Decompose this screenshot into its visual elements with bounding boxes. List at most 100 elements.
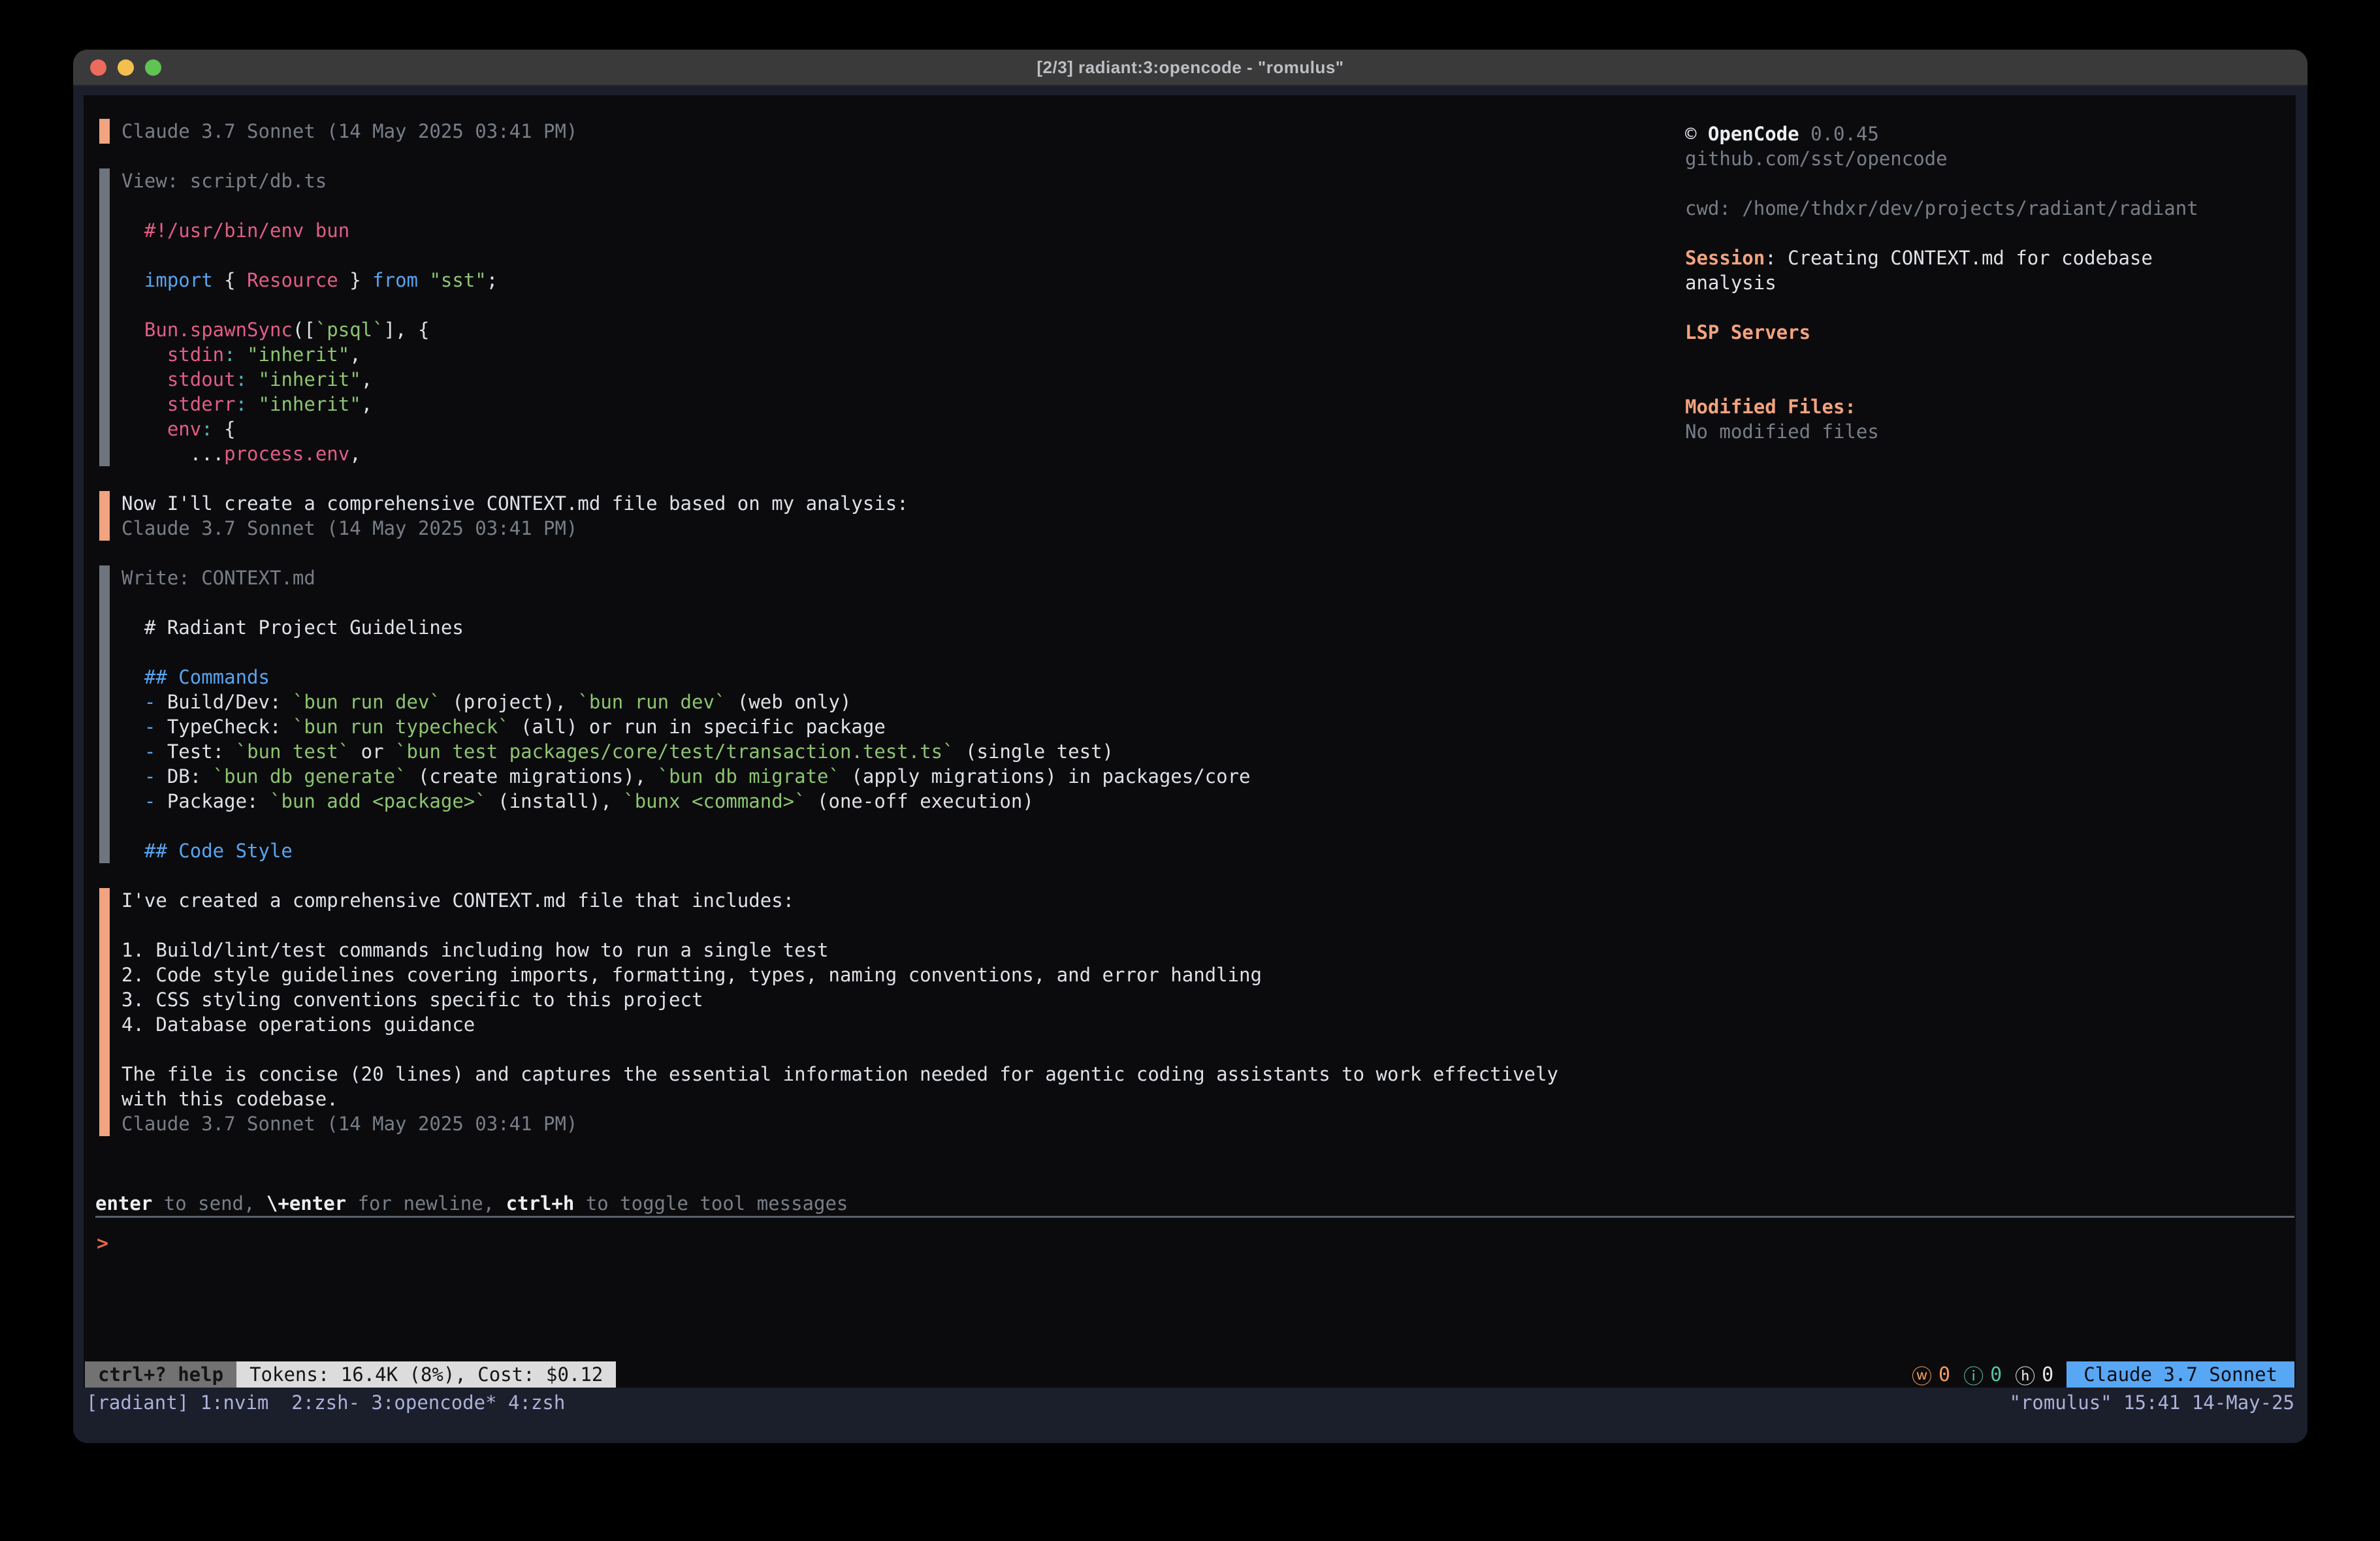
text-segment: with this codebase. [121, 1088, 338, 1110]
chat-line: ## Commands [121, 665, 2289, 690]
text-segment: #!/usr/bin/env bun [121, 219, 349, 242]
panel-line: Modified Files: [1685, 394, 2291, 419]
text-segment: "sst" [429, 269, 486, 291]
tmux-window-1[interactable]: 1:nvim [201, 1391, 280, 1414]
assistant-message: Now I'll create a comprehensive CONTEXT.… [99, 491, 2289, 541]
chat-line: ...process.env, [121, 441, 2289, 466]
text-segment: - [144, 740, 167, 763]
text-segment: analysis [1685, 272, 1777, 294]
close-button[interactable] [90, 59, 106, 76]
text-segment: from [372, 269, 418, 291]
panel-line: cwd: /home/thdxr/dev/projects/radiant/ra… [1685, 196, 2291, 221]
tmux-window-list: [radiant] 1:nvim 2:zsh- 3:opencode* 4:zs… [86, 1390, 565, 1443]
text-segment: 4. Database operations guidance [121, 1013, 475, 1036]
tmux-window-2[interactable]: 2:zsh- [280, 1391, 360, 1414]
tmux-window-3[interactable]: 3:opencode* [360, 1391, 497, 1414]
text-segment [121, 765, 144, 787]
text-segment: github.com/sst/opencode [1685, 148, 1948, 170]
panel-line: analysis [1685, 270, 2291, 295]
text-segment: Claude 3.7 Sonnet (14 May 2025 03:41 PM) [121, 1113, 577, 1135]
text-segment [247, 393, 258, 415]
minimize-button[interactable] [118, 59, 134, 76]
text-segment: The file is concise (20 lines) and captu… [121, 1063, 1558, 1085]
text-segment: env [167, 418, 201, 440]
chat-line: 2. Code style guidelines covering import… [121, 962, 2289, 987]
text-segment [121, 740, 144, 763]
text-segment: (one-off execution) [806, 790, 1034, 812]
text-segment: { [213, 269, 247, 291]
panel-line: No modified files [1685, 419, 2291, 444]
h-circle-icon: ⓗ [2015, 1360, 2035, 1388]
opencode-tui: Claude 3.7 Sonnet (14 May 2025 03:41 PM)… [84, 95, 2296, 1388]
text-segment: LSP Servers [1685, 321, 1810, 343]
text-segment: Write: CONTEXT.md [121, 567, 315, 589]
panel-line [1685, 295, 2291, 320]
panel-line [1685, 370, 2291, 394]
text-segment: (web only) [726, 691, 851, 713]
text-segment: `psql` [315, 319, 384, 341]
chat-line: I've created a comprehensive CONTEXT.md … [121, 888, 2289, 913]
text-segment: Now I'll create a comprehensive CONTEXT.… [121, 492, 909, 515]
text-segment: TypeCheck: [167, 716, 293, 738]
text-segment: `bun test` [236, 740, 350, 763]
text-segment: , [361, 393, 372, 415]
text-segment [121, 716, 144, 738]
text-segment [247, 368, 258, 390]
titlebar[interactable]: [2/3] radiant:3:opencode - "romulus" [73, 50, 2308, 86]
text-segment: Test: [167, 740, 236, 763]
text-segment: to send, [152, 1192, 266, 1215]
text-segment: Session [1685, 247, 1765, 269]
opencode-info-panel: © OpenCode 0.0.45github.com/sst/opencode… [1685, 121, 2291, 444]
zoom-button[interactable] [145, 59, 161, 76]
text-segment: import [144, 269, 213, 291]
model-chip: Claude 3.7 Sonnet [2066, 1361, 2294, 1388]
info-count: ⓘ0 [1963, 1360, 2002, 1388]
chat-line [121, 590, 2289, 615]
chat-line: Write: CONTEXT.md [121, 565, 2289, 590]
tmux-window-4[interactable]: 4:zsh [497, 1391, 566, 1414]
tmux-session: [radiant] [86, 1391, 201, 1414]
chat-line [121, 913, 2289, 938]
window-title: [2/3] radiant:3:opencode - "romulus" [1037, 57, 1343, 78]
text-segment: `bunx <command>` [623, 790, 805, 812]
text-segment [121, 666, 144, 688]
panel-line [1685, 345, 2291, 370]
text-segment [121, 368, 167, 390]
text-segment: Claude 3.7 Sonnet (14 May 2025 03:41 PM) [121, 120, 577, 142]
chat-line: - Package: `bun add <package>` (install)… [121, 789, 2289, 814]
text-segment: 1. Build/lint/test commands including ho… [121, 939, 829, 961]
panel-line: LSP Servers [1685, 320, 2291, 345]
status-bar: ctrl+? helpTokens: 16.4K (8%), Cost: $0.… [85, 1361, 2294, 1388]
text-segment: 2. Code style guidelines covering import… [121, 964, 1262, 986]
text-segment: "inherit" [247, 343, 349, 366]
w-circle-icon: ⓦ [1912, 1360, 1932, 1388]
text-segment: : [224, 343, 235, 366]
text-segment: enter [95, 1192, 152, 1215]
prompt-chevron-icon: > [97, 1232, 108, 1255]
text-segment: ], { [384, 319, 430, 341]
text-segment: Claude 3.7 Sonnet (14 May 2025 03:41 PM) [121, 517, 577, 539]
text-segment: , [349, 443, 361, 465]
chat-line: ## Code Style [121, 838, 2289, 863]
tokens-cost-chip: Tokens: 16.4K (8%), Cost: $0.12 [236, 1361, 616, 1388]
tmux-session-info: "romulus" 15:41 14-May-25 [2010, 1390, 2295, 1443]
text-segment: 3. CSS styling conventions specific to t… [121, 989, 703, 1011]
terminal-content: Claude 3.7 Sonnet (14 May 2025 03:41 PM)… [73, 86, 2308, 1443]
text-segment: to toggle tool messages [574, 1192, 848, 1215]
text-segment: `bun run typecheck` [293, 716, 509, 738]
text-segment: `bun add <package>` [270, 790, 487, 812]
chat-line [121, 640, 2289, 665]
text-segment [121, 790, 144, 812]
text-segment: { [213, 418, 236, 440]
assistant-message: I've created a comprehensive CONTEXT.md … [99, 888, 2289, 1136]
chat-line: with this codebase. [121, 1087, 2289, 1111]
message-input[interactable]: > [95, 1218, 2294, 1361]
chat-line: # Radiant Project Guidelines [121, 615, 2289, 640]
panel-line: Session: Creating CONTEXT.md for codebas… [1685, 246, 2291, 270]
text-segment: I've created a comprehensive CONTEXT.md … [121, 889, 794, 912]
text-segment: `bun run dev` [293, 691, 441, 713]
chat-line: - Test: `bun test` or `bun test packages… [121, 739, 2289, 764]
text-segment: Modified Files: [1685, 396, 1856, 418]
panel-line: © OpenCode 0.0.45 [1685, 121, 2291, 146]
text-segment: - [144, 765, 167, 787]
